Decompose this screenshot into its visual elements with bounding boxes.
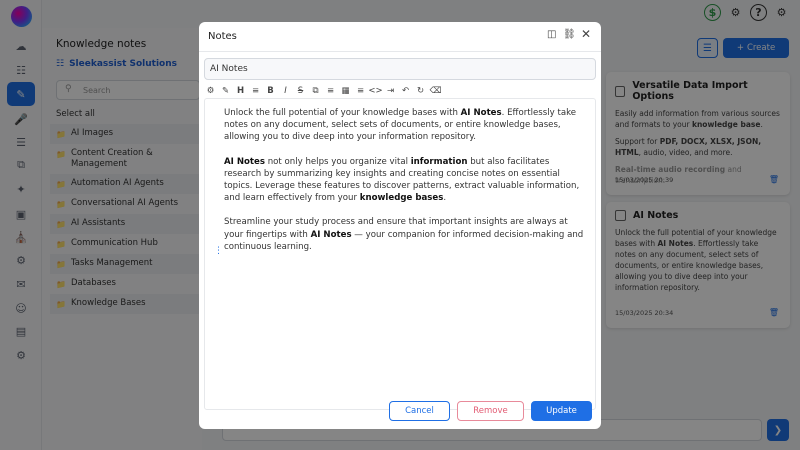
align-icon[interactable]: ≡ — [250, 85, 261, 96]
pen-icon[interactable]: ✎ — [220, 85, 231, 96]
note-title-input[interactable] — [204, 58, 596, 80]
remove-button[interactable]: Remove — [457, 401, 524, 421]
editor-toolbar: ⚙ ✎ H ≡ B I S ⧉ ≡ ▦ ≡ <> ⇥ ↶ ↻ ⌫ — [205, 85, 442, 96]
copy-icon[interactable]: ⧉ — [310, 85, 321, 96]
robot-icon[interactable]: ⚙ — [205, 85, 216, 96]
clear-format-icon[interactable]: ⌫ — [429, 85, 441, 96]
update-button[interactable]: Update — [531, 401, 592, 421]
notes-modal: Notes ◫ ⛓ ✕ ⚙ ✎ H ≡ B I S ⧉ ≡ ▦ ≡ <> ⇥ ↶… — [199, 22, 601, 429]
expand-icon[interactable]: ◫ — [547, 29, 556, 40]
table-icon[interactable]: ▦ — [340, 85, 351, 96]
link-icon[interactable]: ⛓ — [563, 29, 576, 40]
redo-icon[interactable]: ↻ — [415, 85, 426, 96]
note-paragraph: AI Notes not only helps you organize vit… — [224, 156, 580, 204]
strikethrough-icon[interactable]: S — [295, 85, 306, 96]
indent-icon[interactable]: ⇥ — [385, 85, 396, 96]
numbered-list-icon[interactable]: ≡ — [355, 85, 366, 96]
bold-icon[interactable]: B — [265, 85, 276, 96]
note-paragraph: Streamline your study process and ensure… — [224, 217, 584, 252]
close-icon[interactable]: ✕ — [581, 27, 591, 41]
modal-header: Notes ◫ ⛓ ✕ — [199, 22, 601, 52]
code-icon[interactable]: <> — [368, 85, 382, 96]
note-editor[interactable]: ⋮ Unlock the full potential of your know… — [204, 98, 596, 410]
bullet-list-icon[interactable]: ≡ — [325, 85, 336, 96]
heading-icon[interactable]: H — [235, 85, 246, 96]
drag-handle-icon[interactable]: ⋮ — [214, 246, 223, 256]
italic-icon[interactable]: I — [280, 85, 291, 96]
undo-icon[interactable]: ↶ — [400, 85, 411, 96]
cancel-button[interactable]: Cancel — [389, 401, 450, 421]
note-content[interactable]: Unlock the full potential of your knowle… — [224, 107, 586, 265]
modal-title: Notes — [208, 31, 237, 42]
note-paragraph: Unlock the full potential of your knowle… — [224, 108, 577, 143]
